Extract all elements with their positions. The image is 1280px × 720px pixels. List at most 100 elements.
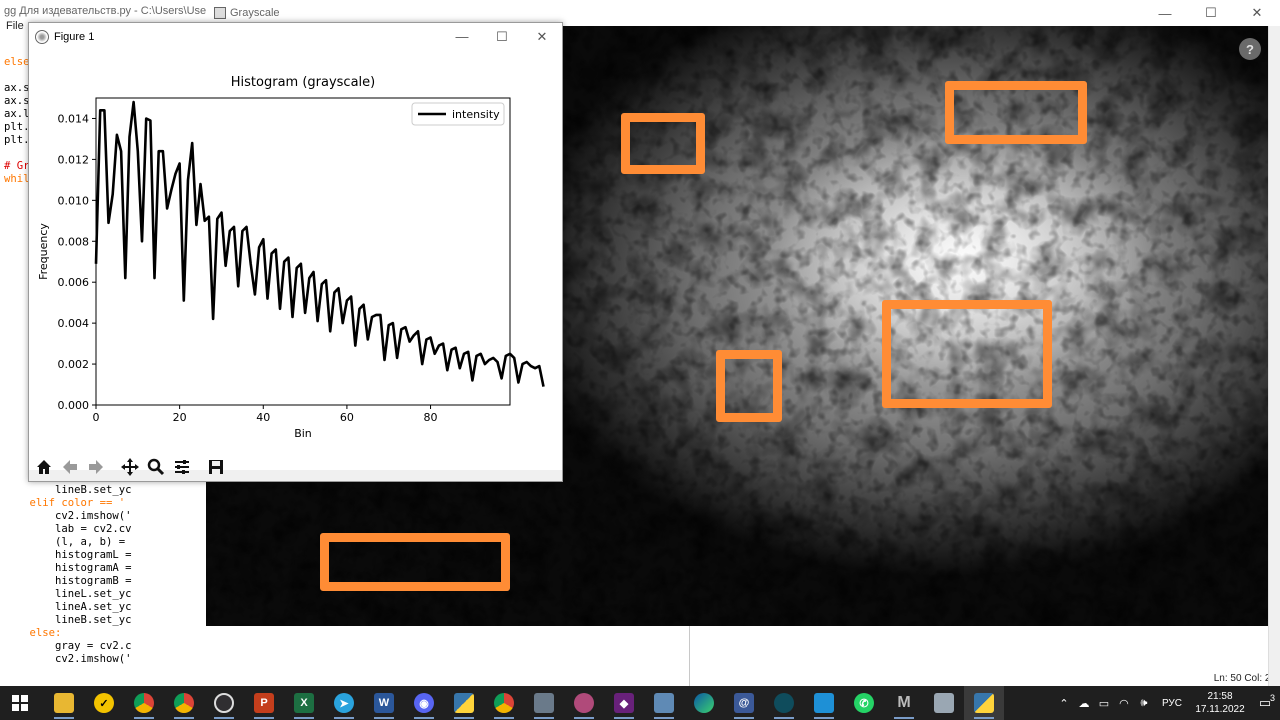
telegram-icon[interactable]: ➤ xyxy=(324,686,364,720)
forward-arrow-icon[interactable] xyxy=(84,455,108,479)
x-tick-label: 0 xyxy=(93,411,100,424)
volume-icon[interactable]: 🕪 xyxy=(1134,697,1154,710)
intensity-line xyxy=(94,100,545,387)
roi-box xyxy=(320,533,510,591)
notepad-icon[interactable] xyxy=(644,686,684,720)
minimize-button[interactable]: — xyxy=(442,23,482,50)
file-explorer-icon[interactable] xyxy=(44,686,84,720)
code-line: ax.l xyxy=(4,108,30,120)
maximize-button[interactable]: ☐ xyxy=(482,23,522,50)
date: 17.11.2022 xyxy=(1195,704,1245,715)
code-line: histogramB = xyxy=(4,575,132,587)
plot-canvas[interactable]: Histogram (grayscale) 0 20 40 60 80 0.000 0.002… xyxy=(29,50,562,470)
discord-icon[interactable]: ◉ xyxy=(404,686,444,720)
taskbar: ✓ P X ➤ W ◉ ◆ @ ✆ M ⌃ ☁ ▭ ◠ 🕪 РУС 21:58 … xyxy=(0,686,1280,720)
time: 21:58 xyxy=(1207,691,1233,702)
scrollbar[interactable] xyxy=(1268,26,1280,686)
y-tick-label: 0.006 xyxy=(58,276,90,289)
roi-box xyxy=(882,300,1052,408)
y-tick-label: 0.012 xyxy=(58,153,90,166)
cloud-icon[interactable]: ☁ xyxy=(1074,697,1094,710)
x-tick-label: 20 xyxy=(173,411,187,424)
y-tick-label: 0.004 xyxy=(58,317,90,330)
chrome-icon[interactable] xyxy=(164,686,204,720)
y-tick-label: 0.000 xyxy=(58,399,90,412)
matplotlib-icon xyxy=(35,29,49,44)
edge-icon[interactable] xyxy=(684,686,724,720)
y-tick-label: 0.010 xyxy=(58,194,90,207)
remote-icon[interactable]: @ xyxy=(724,686,764,720)
window-icon xyxy=(214,7,226,19)
code-line: histogramA = xyxy=(4,562,132,574)
code-line: lineA.set_yc xyxy=(4,601,132,613)
capture-icon[interactable] xyxy=(804,686,844,720)
close-button[interactable]: ✕ xyxy=(522,23,562,50)
grayscale-title: Grayscale xyxy=(230,7,280,19)
clock[interactable]: 21:58 17.11.2022 xyxy=(1190,690,1250,716)
close-button[interactable]: ✕ xyxy=(1234,0,1280,26)
minimize-button[interactable]: — xyxy=(1142,0,1188,26)
battery-icon[interactable]: ▭ xyxy=(1094,697,1114,710)
maximize-button[interactable]: ☐ xyxy=(1188,0,1234,26)
plot-frame xyxy=(95,97,511,406)
chevron-up-icon[interactable]: ⌃ xyxy=(1054,697,1074,710)
code-line: cv2.imshow(' xyxy=(4,510,132,522)
code-line: histogramL = xyxy=(4,549,132,561)
roi-box xyxy=(716,350,782,422)
code-line: ax.s xyxy=(4,82,30,94)
excel-icon[interactable]: X xyxy=(284,686,324,720)
chrome-icon[interactable] xyxy=(484,686,524,720)
zoom-icon[interactable] xyxy=(144,455,168,479)
whatsapp-icon[interactable]: ✆ xyxy=(844,686,884,720)
pan-icon[interactable] xyxy=(118,455,142,479)
x-tick-label: 80 xyxy=(424,411,438,424)
figure-title-bar[interactable]: Figure 1 — ☐ ✕ xyxy=(29,23,562,50)
y-tick-label: 0.002 xyxy=(58,358,90,371)
configure-subplots-icon[interactable] xyxy=(170,455,194,479)
visual-studio-icon[interactable]: ◆ xyxy=(604,686,644,720)
code-line: (l, a, b) = xyxy=(4,536,126,548)
wifi-icon[interactable]: ◠ xyxy=(1114,697,1134,710)
x-tick-label: 60 xyxy=(340,411,354,424)
m-app-icon[interactable]: M xyxy=(884,686,924,720)
home-icon[interactable] xyxy=(32,455,56,479)
help-button[interactable]: ? xyxy=(1239,38,1261,60)
system-tray: ⌃ ☁ ▭ ◠ 🕪 РУС 21:58 17.11.2022 ▭ 3 xyxy=(1054,686,1280,720)
norton-icon[interactable]: ✓ xyxy=(84,686,124,720)
code-line: ax.s xyxy=(4,95,30,107)
x-tick-label: 40 xyxy=(256,411,270,424)
figure-title: Figure 1 xyxy=(54,30,95,43)
powerpoint-icon[interactable]: P xyxy=(244,686,284,720)
status-area: Ln: 50 Col: 20 xyxy=(690,626,1280,686)
roi-box xyxy=(945,81,1087,144)
python-idle-icon[interactable] xyxy=(444,686,484,720)
code-line: else xyxy=(4,56,30,68)
network-icon[interactable] xyxy=(764,686,804,720)
code-line: lab = cv2.cv xyxy=(4,523,132,535)
save-icon[interactable] xyxy=(204,455,228,479)
chrome-icon[interactable] xyxy=(124,686,164,720)
code-line: elif color == ' xyxy=(4,497,126,509)
code-top[interactable]: else ax.s ax.s ax.l plt. plt. # Gr whil xyxy=(4,56,30,186)
notification-count: 3 xyxy=(1269,693,1275,703)
code-line: gray = cv2.c xyxy=(4,640,132,652)
snip-icon[interactable] xyxy=(524,686,564,720)
start-icon[interactable] xyxy=(0,686,40,720)
code-line: # Gr xyxy=(4,160,30,172)
code-bottom[interactable]: lineB.set_yc elif color == ' cv2.imshow(… xyxy=(4,484,132,666)
obs-icon[interactable] xyxy=(204,686,244,720)
x-axis-label: Bin xyxy=(294,427,312,440)
y-axis-label: Frequency xyxy=(37,223,50,280)
code-line: plt. xyxy=(4,121,30,133)
code-line: whil xyxy=(4,173,30,185)
notification-icon[interactable]: ▭ 3 xyxy=(1250,693,1280,711)
app-icon[interactable] xyxy=(564,686,604,720)
legend-label: intensity xyxy=(452,108,500,121)
drive-icon[interactable] xyxy=(924,686,964,720)
word-icon[interactable]: W xyxy=(364,686,404,720)
python-icon[interactable] xyxy=(964,686,1004,720)
roi-box xyxy=(621,113,705,174)
language-indicator[interactable]: РУС xyxy=(1162,698,1182,709)
plot-toolbar xyxy=(29,452,562,482)
back-arrow-icon[interactable] xyxy=(58,455,82,479)
